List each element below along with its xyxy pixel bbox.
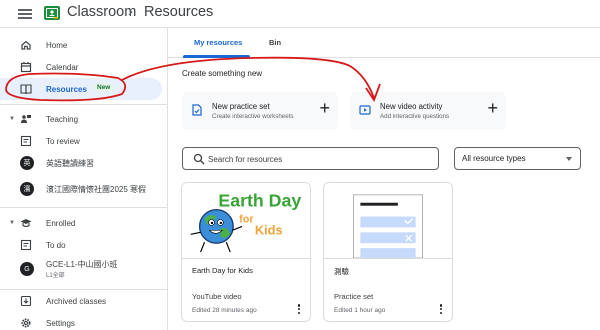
classroom-logo-icon[interactable]: [43, 4, 61, 22]
enrolled-icon: [20, 219, 32, 228]
new-video-activity-card[interactable]: New video activity Add interactive quest…: [350, 92, 506, 130]
sidebar-item-settings[interactable]: Settings: [0, 312, 162, 330]
active-tab-indicator: [183, 55, 250, 58]
sidebar-item-label: To review: [46, 136, 80, 146]
dropdown-arrow-icon: [566, 157, 572, 161]
sidebar-item-home[interactable]: Home: [0, 34, 162, 56]
class-name: 濱江國際情懷社團2025 寒假: [46, 184, 147, 194]
resource-type-select[interactable]: All resource types: [454, 147, 581, 170]
card-title: New video activity: [380, 102, 443, 111]
breadcrumb-current: Resources: [144, 4, 214, 20]
class-avatar: G: [20, 262, 34, 276]
sidebar-item-label: Home: [46, 40, 68, 50]
sidebar-item-label: Enrolled: [46, 218, 76, 228]
class-avatar: 英: [20, 156, 34, 170]
thumbnail-text: Earth Day: [218, 191, 301, 211]
search-input[interactable]: [208, 152, 428, 166]
resource-card[interactable]: Earth Day for Kids Earth Day for Kids Yo…: [181, 182, 311, 322]
search-icon: [193, 153, 205, 165]
archive-icon: [20, 295, 32, 307]
teaching-icon: [21, 115, 31, 123]
practice-set-thumbnail: [324, 183, 452, 259]
sidebar-item-to-review[interactable]: To review: [0, 130, 162, 152]
resource-title[interactable]: Earth Day for Kids: [192, 266, 253, 275]
add-icon[interactable]: +: [319, 98, 330, 119]
new-practice-set-card[interactable]: New practice set Create interactive work…: [182, 92, 338, 130]
resource-edited-time: Edited 1 hour ago: [334, 307, 386, 314]
sidebar-item-label: Resources: [46, 84, 87, 94]
class-name: GCE-L1-中山國小班: [46, 260, 118, 269]
new-badge: New: [93, 83, 115, 92]
top-app-bar: Classroom › Resources: [0, 0, 600, 28]
earth-day-thumbnail: Earth Day for Kids: [182, 183, 310, 259]
app-title[interactable]: Classroom: [67, 4, 136, 20]
classroom-resources-page: Classroom › Resources Home Calendar Reso…: [0, 0, 600, 330]
add-icon[interactable]: +: [487, 98, 498, 119]
search-box[interactable]: [182, 147, 439, 170]
main-menu-icon[interactable]: [18, 9, 32, 19]
resource-type: Practice set: [334, 292, 374, 301]
card-title: New practice set: [212, 102, 270, 111]
sidebar-item-label: Archived classes: [46, 296, 107, 306]
tab-my-resources[interactable]: My resources: [194, 38, 242, 47]
home-icon: [21, 40, 31, 50]
calendar-icon: [20, 62, 32, 73]
tab-bin[interactable]: Bin: [269, 38, 281, 47]
practice-set-icon: [192, 104, 202, 116]
sidebar-section-enrolled[interactable]: ▼ Enrolled: [0, 212, 162, 234]
resource-tabs: My resources Bin: [168, 28, 600, 58]
more-options-icon[interactable]: [438, 304, 444, 316]
sidebar: Home Calendar Resources New ▼ Teaching T…: [0, 28, 168, 330]
selected-value: All resource types: [462, 154, 526, 163]
thumbnail-text: Kids: [255, 222, 283, 237]
create-heading: Create something new: [182, 69, 263, 78]
sidebar-item-resources[interactable]: Resources New: [0, 78, 162, 100]
more-options-icon[interactable]: [296, 304, 302, 316]
sidebar-item-class[interactable]: 英 英語聽讀練習: [0, 152, 162, 174]
sidebar-item-class[interactable]: 濱 濱江國際情懷社團2025 寒假: [0, 178, 162, 200]
sidebar-item-label: Teaching: [46, 114, 79, 124]
sidebar-item-class[interactable]: G GCE-L1-中山國小班 L1全部: [0, 256, 162, 282]
sidebar-item-label: Calendar: [46, 62, 79, 72]
card-subtitle: Add interactive questions: [380, 113, 450, 120]
sidebar-item-calendar[interactable]: Calendar: [0, 56, 162, 78]
resource-type: YouTube video: [192, 292, 242, 301]
sidebar-item-to-do[interactable]: To do: [0, 234, 162, 256]
resource-edited-time: Edited 28 minutes ago: [192, 307, 257, 314]
todo-icon: [20, 239, 32, 251]
resource-title[interactable]: 測驗: [334, 266, 349, 277]
breadcrumb-separator: ›: [128, 3, 133, 20]
sidebar-section-teaching[interactable]: ▼ Teaching: [0, 108, 162, 130]
sidebar-item-label: To do: [46, 240, 66, 250]
sidebar-divider: [0, 207, 167, 208]
sidebar-divider: [0, 104, 167, 105]
review-icon: [20, 135, 32, 147]
resources-icon: [20, 84, 32, 95]
class-avatar: 濱: [20, 182, 34, 196]
class-name: 英語聽讀練習: [46, 158, 94, 168]
thumbnail-text: for: [239, 213, 254, 225]
sidebar-item-label: Settings: [46, 318, 75, 328]
expand-caret-icon[interactable]: ▼: [9, 116, 15, 122]
gear-icon: [21, 318, 31, 328]
video-activity-icon: [359, 105, 371, 115]
class-section: L1全部: [46, 273, 65, 279]
expand-caret-icon[interactable]: ▼: [9, 220, 15, 226]
card-subtitle: Create interactive worksheets: [212, 113, 294, 120]
sidebar-item-archived[interactable]: Archived classes: [0, 290, 162, 312]
resource-card[interactable]: 測驗 Practice set Edited 1 hour ago: [323, 182, 453, 322]
